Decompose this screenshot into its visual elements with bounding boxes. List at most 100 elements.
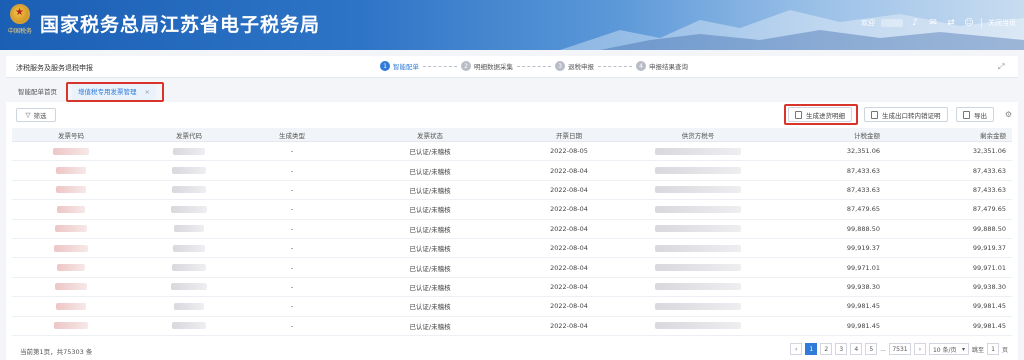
prev-page-button[interactable]: ‹ <box>790 343 803 355</box>
redacted-value <box>174 302 204 310</box>
fullscreen-icon[interactable]: ⤢ <box>998 62 1008 72</box>
step-4[interactable]: 4 申报结果查询 <box>636 61 688 71</box>
col-header-status[interactable]: 发票状态 <box>336 128 524 141</box>
col-header-generation-type[interactable]: 生成类型 <box>248 128 336 141</box>
export-label: 导出 <box>974 111 987 120</box>
table-row[interactable]: - 已认证/未稽核 2022-08-05 32,351.06 32,351.06 <box>12 142 1012 162</box>
cell-invoice-code <box>130 297 248 315</box>
step-connector <box>423 65 457 67</box>
generate-export-button[interactable]: 生成出口转内销证明 <box>864 107 948 122</box>
cell-generation-type: - <box>290 147 294 156</box>
cell-date: 2022-08-04 <box>550 224 588 233</box>
cell-invoice-number <box>12 297 130 315</box>
page-5-button[interactable]: 5 <box>865 343 878 355</box>
generate-export-label: 生成出口转内销证明 <box>882 111 941 120</box>
redacted-value <box>56 167 86 175</box>
redacted-value <box>57 205 85 213</box>
user-icon[interactable]: ☺ <box>963 18 975 28</box>
bell-icon[interactable]: ♪ <box>909 18 921 28</box>
cell-generation-type: - <box>290 166 294 175</box>
table-row[interactable]: - 已认证/未稽核 2022-08-04 99,919.37 99,919.37 <box>12 239 1012 259</box>
redacted-value <box>171 283 207 291</box>
tab-home[interactable]: 智能配单首页 <box>12 84 63 100</box>
table-row[interactable]: - 已认证/未稽核 2022-08-04 87,433.63 87,433.63 <box>12 181 1012 201</box>
redacted-value <box>173 244 205 252</box>
redacted-value <box>655 186 741 194</box>
col-header-invoice-number[interactable]: 发票号码 <box>12 128 130 141</box>
document-icon <box>871 110 878 119</box>
table-row[interactable]: - 已认证/未稽核 2022-08-04 99,971.01 99,971.01 <box>12 258 1012 278</box>
page-3-button[interactable]: 3 <box>835 343 848 355</box>
cell-invoice-number <box>12 161 130 179</box>
filter-button[interactable]: ▽ 筛选 <box>16 108 56 122</box>
last-page-button[interactable]: 7531 <box>888 343 911 355</box>
table-row[interactable]: - 已认证/未稽核 2022-08-04 87,479.65 87,479.65 <box>12 200 1012 220</box>
close-page-link[interactable]: 关闭当页 <box>988 18 1016 28</box>
switch-icon[interactable]: ⇄ <box>945 18 957 28</box>
page-4-button[interactable]: 4 <box>850 343 863 355</box>
col-header-date[interactable]: 开票日期 <box>524 128 614 141</box>
step-number: 1 <box>380 61 390 71</box>
table-row[interactable]: - 已认证/未稽核 2022-08-04 99,981.45 99,981.45 <box>12 317 1012 336</box>
redacted-value <box>56 186 86 194</box>
col-header-taxable-amount[interactable]: 计税金额 <box>782 128 890 141</box>
cell-taxable-amount: 99,981.45 <box>846 321 880 330</box>
col-header-remaining-amount[interactable]: 剩余金额 <box>890 128 1012 141</box>
cell-supplier-tax-id <box>614 297 782 315</box>
cell-supplier-tax-id <box>614 161 782 179</box>
step-2[interactable]: 2 明细数据采集 <box>461 61 513 71</box>
cell-generation-type: - <box>290 302 294 311</box>
cell-generation-type: - <box>290 263 294 272</box>
table-row[interactable]: - 已认证/未稽核 2022-08-04 99,981.45 99,981.45 <box>12 297 1012 317</box>
export-button[interactable]: 导出 <box>956 107 994 122</box>
cell-invoice-code <box>130 181 248 199</box>
cell-date: 2022-08-04 <box>550 205 588 214</box>
step-1[interactable]: 1 智能配单 <box>380 61 419 71</box>
cell-invoice-number <box>12 220 130 238</box>
total-count: 当前第1页，共75303 条 <box>20 348 93 356</box>
cell-date: 2022-08-04 <box>550 321 588 330</box>
cell-taxable-amount: 99,888.50 <box>846 224 880 233</box>
message-icon[interactable]: ✉ <box>927 18 939 28</box>
cell-remaining-amount: 32,351.06 <box>972 147 1006 156</box>
pagination-bar: 当前第1页，共75303 条 ‹ 1 2 3 4 5 ... 7531 › 10… <box>6 340 1018 360</box>
table-row[interactable]: - 已认证/未稽核 2022-08-04 87,433.63 87,433.63 <box>12 161 1012 181</box>
cell-supplier-tax-id <box>614 200 782 218</box>
cell-supplier-tax-id <box>614 142 782 160</box>
redacted-value <box>655 302 741 310</box>
step-connector <box>517 65 551 67</box>
cell-remaining-amount: 99,981.45 <box>972 302 1006 311</box>
redacted-value <box>172 264 206 272</box>
process-bar: 涉税服务及服务退税申报 1 智能配单 2 明细数据采集 3 退税申报 4 申报结… <box>6 56 1018 78</box>
cell-invoice-number <box>12 317 130 335</box>
page-1-button[interactable]: 1 <box>805 343 818 355</box>
next-page-button[interactable]: › <box>913 343 926 355</box>
redacted-value <box>655 225 741 233</box>
table-row[interactable]: - 已认证/未稽核 2022-08-04 99,888.50 99,888.50 <box>12 220 1012 239</box>
step-label: 退税申报 <box>568 63 594 71</box>
cell-invoice-code <box>130 317 248 335</box>
settings-icon[interactable]: ⚙ <box>1005 110 1012 119</box>
cell-supplier-tax-id <box>614 239 782 257</box>
cell-status: 已认证/未稽核 <box>409 303 451 312</box>
user-name-redacted <box>881 19 903 27</box>
col-header-supplier-tax-id[interactable]: 供货方税号 <box>614 128 782 141</box>
page-2-button[interactable]: 2 <box>820 343 833 355</box>
redacted-value <box>655 147 741 155</box>
step-3[interactable]: 3 退税申报 <box>555 61 594 71</box>
table-body: - 已认证/未稽核 2022-08-05 32,351.06 32,351.06 - 已认证… <box>12 142 1012 336</box>
cell-status: 已认证/未稽核 <box>409 167 451 176</box>
col-header-invoice-code[interactable]: 发票代码 <box>130 128 248 141</box>
cell-remaining-amount: 99,938.30 <box>972 282 1006 291</box>
redacted-value <box>54 322 88 330</box>
cell-status: 已认证/未稽核 <box>409 264 451 273</box>
cell-invoice-number <box>12 200 130 218</box>
page-size-select[interactable]: 10 条/页 ▾ <box>928 343 969 355</box>
cell-generation-type: - <box>290 244 294 253</box>
redacted-value <box>655 322 741 330</box>
cell-taxable-amount: 87,433.63 <box>846 166 880 175</box>
cell-generation-type: - <box>290 282 294 291</box>
cell-invoice-code <box>130 239 248 257</box>
goto-page-input[interactable]: 1 <box>986 343 999 355</box>
table-row[interactable]: - 已认证/未稽核 2022-08-04 99,938.30 99,938.30 <box>12 278 1012 298</box>
